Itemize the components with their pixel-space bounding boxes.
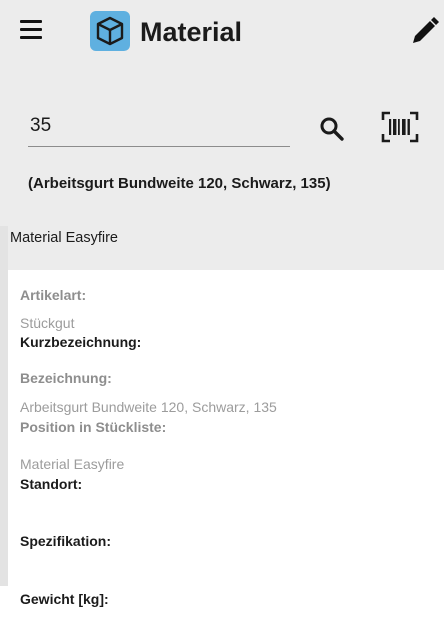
spezifikation-label: Spezifikation: (20, 533, 112, 549)
gewicht-label: Gewicht [kg]: (20, 591, 109, 607)
search-input[interactable] (28, 110, 280, 142)
artikelart-label: Artikelart: (20, 287, 87, 303)
search-icon[interactable] (318, 115, 346, 143)
bezeichnung-label: Bezeichnung: (20, 370, 112, 386)
menu-icon[interactable] (20, 20, 42, 40)
pencil-icon[interactable] (409, 14, 439, 46)
material-subline: Material Easyfire (10, 230, 118, 246)
bezeichnung-value: Arbeitsgurt Bundweite 120, Schwarz, 135 (20, 399, 277, 415)
standort-label: Standort: (20, 476, 83, 492)
position-value: Material Easyfire (20, 456, 125, 472)
cube-icon (90, 11, 130, 51)
material-headline: (Arbeitsgurt Bundweite 120, Schwarz, 135… (28, 175, 331, 192)
search-field[interactable] (28, 110, 290, 147)
barcode-scan-icon[interactable] (381, 111, 419, 143)
app-title: Material (140, 17, 243, 47)
kurzbezeichnung-label: Kurzbezeichnung: (20, 334, 142, 350)
artikelart-value: Stückgut (20, 315, 75, 331)
app-bar: Material (0, 0, 444, 64)
left-edge-strip (0, 226, 8, 586)
position-label: Position in Stückliste: (20, 419, 167, 435)
